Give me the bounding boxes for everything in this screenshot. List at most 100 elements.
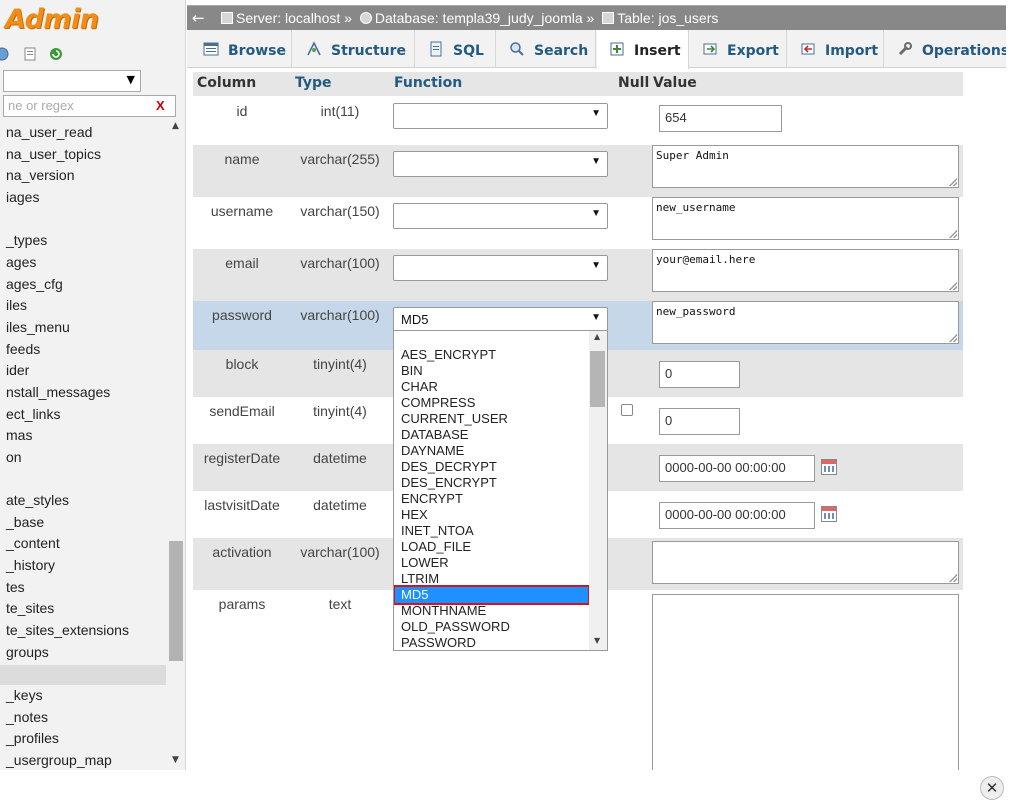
dropdown-option[interactable]: CHAR bbox=[401, 379, 438, 395]
table-list-item[interactable]: te_sites_extensions bbox=[6, 622, 129, 643]
scroll-thumb[interactable] bbox=[590, 351, 605, 407]
table-list-item[interactable]: ect_links bbox=[6, 406, 60, 427]
app-logo[interactable]: Admin bbox=[5, 4, 99, 35]
function-select[interactable]: ▼ bbox=[393, 255, 608, 281]
dropdown-option[interactable]: PASSWORD bbox=[401, 635, 476, 650]
dropdown-option[interactable]: BIN bbox=[401, 363, 423, 379]
function-select[interactable]: ▼ bbox=[393, 103, 608, 129]
resize-handle[interactable] bbox=[949, 574, 957, 582]
back-arrow-icon[interactable]: ← bbox=[192, 9, 205, 27]
table-list-item[interactable]: groups bbox=[6, 644, 49, 665]
value-input[interactable]: 0000-00-00 00:00:00 bbox=[659, 502, 815, 529]
table-list-item[interactable]: ages_cfg bbox=[6, 276, 63, 297]
table-list-item[interactable]: iages bbox=[6, 189, 39, 210]
table-list-item[interactable]: _base bbox=[6, 514, 44, 535]
value-input[interactable]: 654 bbox=[659, 105, 782, 132]
function-select[interactable]: ▼ bbox=[393, 203, 608, 229]
dropdown-option[interactable]: ENCRYPT bbox=[401, 491, 463, 507]
dropdown-option[interactable]: AES_ENCRYPT bbox=[401, 347, 496, 363]
table-list-item[interactable]: tes bbox=[6, 579, 25, 600]
reload-icon[interactable] bbox=[48, 46, 64, 62]
scroll-up-icon[interactable]: ▲ bbox=[172, 121, 179, 131]
tab-browse[interactable]: Browse bbox=[187, 30, 292, 68]
tab-sql[interactable]: SQL bbox=[416, 30, 496, 68]
dropdown-option[interactable]: DES_ENCRYPT bbox=[401, 475, 497, 491]
table-list-item[interactable]: _content bbox=[6, 535, 60, 556]
tab-operations[interactable]: Operations bbox=[885, 30, 1017, 68]
dropdown-option[interactable]: MONTHNAME bbox=[401, 603, 486, 619]
resize-handle[interactable] bbox=[949, 178, 957, 186]
dropdown-option[interactable]: DES_DECRYPT bbox=[401, 459, 497, 475]
value-textarea[interactable]: new_username bbox=[652, 197, 959, 240]
dropdown-option-selected[interactable]: MD5 bbox=[394, 585, 590, 605]
dropdown-option[interactable]: INET_NTOA bbox=[401, 523, 474, 539]
resize-handle[interactable] bbox=[949, 334, 957, 342]
close-button[interactable]: ✕ bbox=[980, 776, 1004, 800]
home-icon[interactable] bbox=[0, 46, 10, 62]
table-list-item[interactable]: _profiles bbox=[6, 730, 59, 751]
scroll-up-icon[interactable]: ▲ bbox=[594, 332, 600, 341]
resize-handle[interactable] bbox=[949, 230, 957, 238]
table-list-item[interactable]: _history bbox=[6, 557, 55, 578]
tab-import[interactable]: Import bbox=[788, 30, 884, 68]
table-list-item[interactable]: nstall_messages bbox=[6, 384, 110, 405]
dropdown-option[interactable]: CURRENT_USER bbox=[401, 411, 508, 427]
table-list-item[interactable]: ider bbox=[6, 362, 29, 383]
function-select[interactable]: ▼ bbox=[393, 151, 608, 177]
table-list-item[interactable]: iles_menu bbox=[6, 319, 70, 340]
table-list-item[interactable]: _notes bbox=[6, 709, 48, 730]
table-list-item[interactable]: na_user_topics bbox=[6, 146, 101, 167]
nav-scrollbar[interactable]: ▲ ▼ bbox=[166, 119, 185, 769]
table-list-item[interactable]: feeds bbox=[6, 341, 40, 362]
value-input[interactable]: 0000-00-00 00:00:00 bbox=[659, 455, 815, 482]
tab-search[interactable]: Search bbox=[497, 30, 596, 68]
dropdown-option[interactable]: COMPRESS bbox=[401, 395, 475, 411]
table-list-item[interactable]: mas bbox=[6, 427, 32, 448]
dropdown-option[interactable]: DAYNAME bbox=[401, 443, 464, 459]
tab-insert[interactable]: Insert bbox=[597, 30, 689, 69]
value-textarea[interactable]: new_password bbox=[652, 301, 959, 344]
function-dropdown-list[interactable]: AES_ENCRYPT BIN CHAR COMPRESS CURRENT_USER DA… bbox=[393, 330, 608, 651]
dropdown-option[interactable]: LOAD_FILE bbox=[401, 539, 471, 555]
null-checkbox[interactable] bbox=[621, 404, 633, 416]
page-scrollbar[interactable] bbox=[1006, 0, 1017, 770]
table-list-item[interactable]: ages bbox=[6, 254, 36, 275]
clear-filter-button[interactable]: X bbox=[156, 98, 165, 113]
dropdown-option[interactable]: LTRIM bbox=[401, 571, 439, 587]
scroll-down-icon[interactable]: ▼ bbox=[172, 755, 179, 765]
dropdown-option[interactable]: LOWER bbox=[401, 555, 449, 571]
database-select[interactable]: ▼ bbox=[3, 70, 141, 92]
table-list-item[interactable]: on bbox=[6, 449, 22, 470]
value-textarea[interactable] bbox=[652, 541, 959, 584]
table-list-item[interactable]: na_user_read bbox=[6, 124, 92, 145]
value-textarea[interactable]: your@email.here bbox=[652, 249, 959, 292]
tab-structure[interactable]: Structure bbox=[293, 30, 415, 68]
dropdown-option[interactable]: DATABASE bbox=[401, 427, 468, 443]
table-list-item[interactable]: _types bbox=[6, 232, 47, 253]
import-icon bbox=[801, 43, 815, 55]
calendar-icon[interactable] bbox=[821, 506, 837, 522]
value-textarea[interactable]: Super Admin bbox=[652, 145, 959, 188]
resize-handle[interactable] bbox=[949, 282, 957, 290]
docs-icon[interactable] bbox=[22, 46, 38, 62]
dropdown-scrollbar[interactable]: ▲ ▼ bbox=[589, 331, 607, 650]
table-list-item[interactable]: iles bbox=[6, 297, 27, 318]
value-input[interactable]: 0 bbox=[659, 408, 740, 435]
value-textarea[interactable] bbox=[652, 594, 959, 770]
table-list-item[interactable]: ate_styles bbox=[6, 492, 69, 513]
value-input[interactable]: 0 bbox=[659, 361, 740, 388]
scroll-thumb[interactable] bbox=[169, 541, 183, 661]
breadcrumb-database[interactable]: Database: templa39_judy_joomla » bbox=[375, 10, 594, 26]
breadcrumb-server[interactable]: Server: localhost » bbox=[236, 10, 352, 26]
table-list-item[interactable]: _keys bbox=[6, 687, 43, 708]
tab-export[interactable]: Export bbox=[690, 30, 787, 68]
table-list-item[interactable]: _usergroup_map bbox=[6, 752, 112, 770]
dropdown-option[interactable]: HEX bbox=[401, 507, 428, 523]
table-list-item[interactable]: na_version bbox=[6, 167, 75, 188]
table-list-item[interactable]: te_sites bbox=[6, 600, 54, 621]
table-filter-input[interactable]: ne or regex bbox=[3, 95, 176, 117]
scroll-down-icon[interactable]: ▼ bbox=[594, 636, 600, 645]
calendar-icon[interactable] bbox=[821, 459, 837, 475]
breadcrumb-table[interactable]: Table: jos_users bbox=[617, 10, 718, 26]
dropdown-option[interactable]: OLD_PASSWORD bbox=[401, 619, 510, 635]
